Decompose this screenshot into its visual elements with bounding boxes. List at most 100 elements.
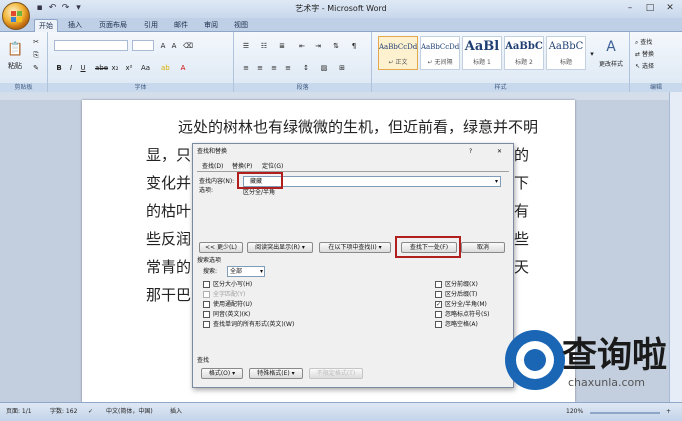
- find-replace-dialog: 查找和替换 ? ✕ 查找(D) 替换(P) 定位(G) 查找内容(N): 藏藏 …: [192, 143, 514, 388]
- select-button[interactable]: ↖ 选择: [634, 60, 678, 71]
- paste-button[interactable]: 粘贴: [4, 60, 26, 71]
- tab-insert[interactable]: 插入: [64, 19, 86, 32]
- tab-find[interactable]: 查找(D): [199, 162, 226, 171]
- page-count[interactable]: 页面: 1/1: [6, 406, 32, 418]
- undo-icon[interactable]: ↶: [47, 3, 58, 14]
- format-painter-icon[interactable]: ✎: [30, 62, 42, 73]
- less-button[interactable]: << 更少(L): [199, 242, 243, 253]
- cancel-button[interactable]: 取消: [461, 242, 505, 253]
- options-value: 区分全/半角: [243, 189, 276, 196]
- font-size-box[interactable]: [132, 40, 154, 51]
- change-styles-icon[interactable]: A: [598, 36, 624, 56]
- match-suffix-checkbox[interactable]: [435, 291, 442, 298]
- find-next-highlight: [395, 236, 461, 258]
- bullets-icon[interactable]: ☰: [240, 40, 252, 51]
- borders-icon[interactable]: ⊞: [336, 62, 348, 73]
- replace-button[interactable]: ⇄ 替换: [634, 48, 678, 59]
- strikethrough-icon[interactable]: abe: [94, 62, 108, 73]
- superscript-icon[interactable]: x²: [124, 62, 134, 73]
- maximize-button[interactable]: □: [640, 1, 660, 16]
- sounds-like-checkbox[interactable]: [203, 311, 210, 318]
- quick-access-dropdown-icon[interactable]: ▾: [73, 3, 84, 14]
- special-button[interactable]: 特殊格式(E) ▾: [249, 368, 303, 379]
- match-prefix-checkbox[interactable]: [435, 281, 442, 288]
- search-direction-select[interactable]: 全部 ▾: [227, 266, 265, 277]
- close-window-button[interactable]: ✕: [660, 1, 680, 16]
- match-width-checkbox[interactable]: ✓: [435, 301, 442, 308]
- tab-goto[interactable]: 定位(G): [259, 162, 286, 171]
- align-left-icon[interactable]: ≡: [240, 62, 252, 73]
- style-normal[interactable]: AaBbCcDd ↵ 正文: [378, 36, 418, 70]
- font-name-box[interactable]: [54, 40, 128, 51]
- help-icon[interactable]: ?: [469, 147, 472, 156]
- repeat-icon[interactable]: ↷: [60, 3, 71, 14]
- underline-icon[interactable]: U: [78, 62, 88, 73]
- copy-icon[interactable]: ⎘: [30, 49, 42, 60]
- show-marks-icon[interactable]: ¶: [348, 40, 360, 51]
- find-in-button[interactable]: 在以下项中查找(I) ▾: [319, 242, 391, 253]
- multilevel-list-icon[interactable]: ≣: [276, 40, 288, 51]
- clear-format-icon[interactable]: ⌫: [182, 40, 193, 51]
- word-forms-checkbox[interactable]: [203, 321, 210, 328]
- find-button[interactable]: ⌕ 查找: [634, 36, 678, 47]
- save-icon[interactable]: ▪: [34, 3, 45, 14]
- increase-indent-icon[interactable]: ⇥: [312, 40, 324, 51]
- subscript-icon[interactable]: x₂: [110, 62, 120, 73]
- tab-mailings[interactable]: 邮件: [170, 19, 192, 32]
- wildcards-checkbox[interactable]: [203, 301, 210, 308]
- vertical-scrollbar[interactable]: [669, 92, 682, 402]
- match-case-checkbox[interactable]: [203, 281, 210, 288]
- style-title[interactable]: AaBbC 标题: [546, 36, 586, 70]
- find-dropdown-icon[interactable]: ▾: [495, 177, 498, 186]
- no-formatting-button[interactable]: 不限定格式(T): [309, 368, 363, 379]
- font-color-icon[interactable]: A: [178, 62, 188, 73]
- line-spacing-icon[interactable]: ↕: [300, 62, 312, 73]
- tab-replace[interactable]: 替换(P): [229, 162, 255, 171]
- cut-icon[interactable]: ✂: [30, 36, 42, 47]
- zoom-in-icon[interactable]: +: [666, 406, 671, 418]
- bold-icon[interactable]: B: [54, 62, 64, 73]
- sort-icon[interactable]: ⇅: [330, 40, 342, 51]
- justify-icon[interactable]: ≡: [282, 62, 294, 73]
- numbering-icon[interactable]: ☷: [258, 40, 270, 51]
- reading-highlight-button[interactable]: 阅读突出显示(R) ▾: [247, 242, 313, 253]
- proofing-icon[interactable]: ✓: [88, 406, 93, 418]
- tab-review[interactable]: 审阅: [200, 19, 222, 32]
- dialog-title: 查找和替换: [197, 148, 228, 155]
- tab-view[interactable]: 视图: [230, 19, 252, 32]
- align-right-icon[interactable]: ≡: [268, 62, 280, 73]
- ignore-punct-checkbox[interactable]: [435, 311, 442, 318]
- styles-group-label: 样式: [372, 83, 629, 92]
- style-heading-2[interactable]: AaBbC 标题 2: [504, 36, 544, 70]
- language-status[interactable]: 中文(简体，中国): [106, 406, 153, 418]
- horizontal-ruler: [0, 92, 682, 100]
- office-button[interactable]: [2, 2, 30, 30]
- grow-font-icon[interactable]: A: [158, 40, 168, 51]
- doc-line-end-4: 有: [514, 202, 530, 220]
- italic-icon[interactable]: I: [66, 62, 76, 73]
- highlight-color-icon[interactable]: ab: [160, 62, 170, 73]
- zoom-slider[interactable]: [590, 412, 660, 414]
- paste-icon[interactable]: 📋: [6, 38, 24, 60]
- tab-references[interactable]: 引用: [140, 19, 162, 32]
- zoom-level[interactable]: 120%: [566, 406, 583, 418]
- ignore-space-checkbox[interactable]: [435, 321, 442, 328]
- decrease-indent-icon[interactable]: ⇤: [296, 40, 308, 51]
- format-button[interactable]: 格式(O) ▾: [201, 368, 243, 379]
- shrink-font-icon[interactable]: A: [169, 40, 179, 51]
- style-no-spacing[interactable]: AaBbCcDd ↵ 无间隔: [420, 36, 460, 70]
- style-heading-1[interactable]: AaBl 标题 1: [462, 36, 502, 70]
- shading-icon[interactable]: ▨: [318, 62, 330, 73]
- editing-group-label: 编辑: [630, 83, 682, 92]
- tab-home[interactable]: 开始: [34, 19, 58, 32]
- align-center-icon[interactable]: ≡: [254, 62, 266, 73]
- style-sample: AaBbC: [548, 41, 584, 52]
- whole-word-checkbox[interactable]: [203, 291, 210, 298]
- insert-mode[interactable]: 插入: [170, 406, 182, 418]
- close-icon[interactable]: ✕: [497, 147, 502, 156]
- minimize-button[interactable]: –: [620, 1, 640, 16]
- tab-page-layout[interactable]: 页面布局: [95, 19, 131, 32]
- change-case-icon[interactable]: Aa: [140, 62, 150, 73]
- change-styles-button[interactable]: 更改样式: [594, 58, 628, 69]
- word-count[interactable]: 字数: 162: [50, 406, 77, 418]
